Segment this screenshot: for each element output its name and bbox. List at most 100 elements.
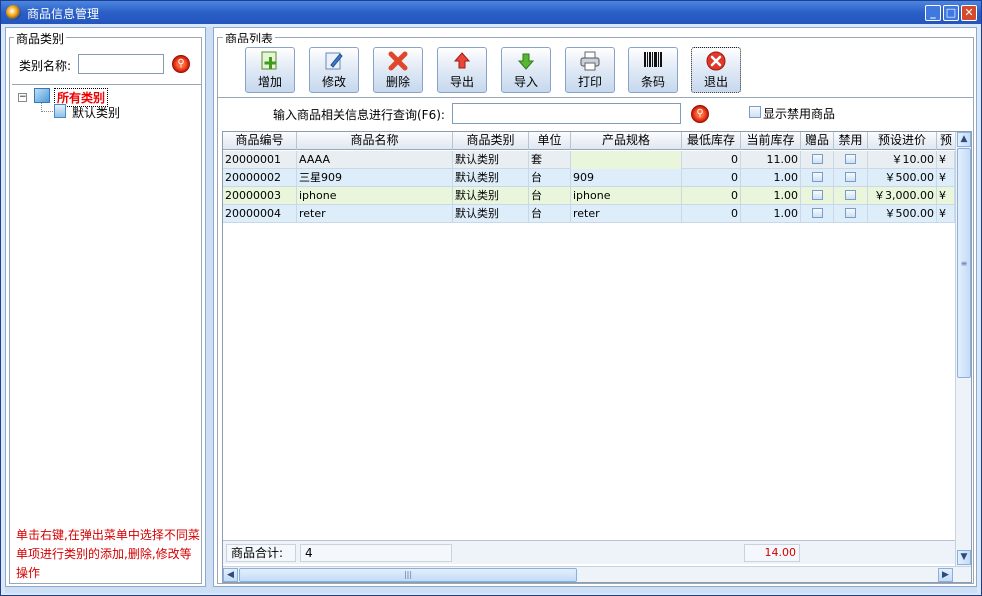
cell-min-stock[interactable]: 0 <box>682 169 741 187</box>
category-tree[interactable]: − 所有类别 默认类别 <box>12 84 202 514</box>
column-header-purchase-price[interactable]: 预设进价 <box>868 132 937 150</box>
cell-name[interactable]: 三星909 <box>297 169 453 187</box>
column-header-category[interactable]: 商品类别 <box>453 132 529 150</box>
edit-button[interactable]: 修改 <box>309 47 359 93</box>
close-button[interactable]: ✕ <box>961 5 977 21</box>
cell-disabled[interactable] <box>834 187 868 205</box>
cell-disabled[interactable] <box>834 151 868 169</box>
table-row[interactable]: 20000001 AAAA 默认类别套 0 11.00 ￥10.00 ¥ <box>223 151 955 169</box>
cell-gift[interactable] <box>801 205 834 223</box>
cell-name[interactable]: AAAA <box>297 151 453 169</box>
column-header-next[interactable]: 预 <box>937 132 955 150</box>
cell-next[interactable]: ¥ <box>937 169 955 187</box>
scroll-right-icon[interactable]: ▶ <box>938 568 953 582</box>
barcode-button[interactable]: 条码 <box>628 47 678 93</box>
column-header-disabled[interactable]: 禁用 <box>834 132 868 150</box>
disabled-checkbox[interactable] <box>845 208 856 218</box>
cell-cur-stock[interactable]: 11.00 <box>741 151 801 169</box>
category-name-input[interactable] <box>78 54 164 74</box>
cell-min-stock[interactable]: 0 <box>682 205 741 223</box>
gift-checkbox[interactable] <box>811 208 823 218</box>
column-header-gift[interactable]: 赠品 <box>801 132 834 150</box>
title-bar[interactable]: 商品信息管理 _ □ ✕ <box>1 1 981 24</box>
query-search-icon[interactable]: ⚲ <box>691 105 709 123</box>
scroll-up-icon[interactable]: ▲ <box>957 132 971 147</box>
cell-code[interactable]: 20000002 <box>223 169 297 187</box>
minimize-button[interactable]: _ <box>925 5 941 21</box>
cell-spec[interactable]: reter <box>571 205 682 223</box>
column-header-name[interactable]: 商品名称 <box>297 132 453 150</box>
exit-button[interactable]: 退出 <box>691 47 741 93</box>
delete-button[interactable]: 删除 <box>373 47 423 93</box>
disabled-checkbox[interactable] <box>845 172 856 182</box>
cell-category[interactable]: 默认类别 <box>453 151 529 169</box>
cell-name[interactable]: iphone <box>297 187 453 205</box>
cell-price[interactable]: ￥10.00 <box>868 151 937 169</box>
cell-name[interactable]: reter <box>297 205 453 223</box>
tree-node-default-category[interactable]: 默认类别 <box>72 104 120 121</box>
cell-code[interactable]: 20000004 <box>223 205 297 223</box>
cell-min-stock[interactable]: 0 <box>682 187 741 205</box>
cell-price[interactable]: ￥3,000.00 <box>868 187 937 205</box>
cell-next[interactable]: ¥ <box>937 187 955 205</box>
cell-unit[interactable]: 台 <box>529 205 571 223</box>
show-disabled-checkbox[interactable] <box>749 106 761 118</box>
cell-gift[interactable] <box>801 187 834 205</box>
disabled-checkbox[interactable] <box>845 190 856 200</box>
barcode-button-label: 条码 <box>640 75 665 89</box>
table-row[interactable]: 20000002 三星909 默认类别台 909 0 1.00 ￥500.00 ¥ <box>223 169 955 187</box>
gift-checkbox[interactable] <box>811 172 823 182</box>
cell-spec[interactable] <box>571 151 682 169</box>
add-button[interactable]: 增加 <box>245 47 295 93</box>
vertical-scroll-thumb[interactable]: ≡ <box>957 148 971 378</box>
cell-disabled[interactable] <box>834 205 868 223</box>
gift-checkbox[interactable] <box>811 190 823 200</box>
cell-category[interactable]: 默认类别 <box>453 187 529 205</box>
horizontal-scroll-thumb[interactable]: ||| <box>239 568 577 582</box>
product-grid[interactable]: 商品编号 商品名称 商品类别 单位 产品规格 最低库存 当前库存 赠品 禁用 预… <box>222 131 972 583</box>
disabled-checkbox[interactable] <box>845 154 856 164</box>
cell-price[interactable]: ￥500.00 <box>868 169 937 187</box>
tree-connector <box>41 111 55 112</box>
column-header-code[interactable]: 商品编号 <box>223 132 297 150</box>
cell-code[interactable]: 20000001 <box>223 151 297 169</box>
barcode-icon <box>644 52 662 67</box>
scroll-left-icon[interactable]: ◀ <box>223 568 238 582</box>
cell-unit[interactable]: 台 <box>529 187 571 205</box>
cell-cur-stock[interactable]: 1.00 <box>741 187 801 205</box>
cell-code[interactable]: 20000003 <box>223 187 297 205</box>
query-input[interactable] <box>452 103 681 124</box>
exit-button-label: 退出 <box>703 75 728 89</box>
cell-next[interactable]: ¥ <box>937 151 955 169</box>
column-header-spec[interactable]: 产品规格 <box>571 132 682 150</box>
cell-category[interactable]: 默认类别 <box>453 169 529 187</box>
horizontal-scrollbar[interactable]: ◀ ||| ▶ <box>223 566 971 582</box>
vertical-scrollbar[interactable]: ▲ ≡ ▼ <box>955 132 971 566</box>
tree-collapse-toggle[interactable]: − <box>18 93 27 102</box>
cell-spec[interactable]: 909 <box>571 169 682 187</box>
cell-spec[interactable]: iphone <box>571 187 682 205</box>
column-header-unit[interactable]: 单位 <box>529 132 571 150</box>
cell-category[interactable]: 默认类别 <box>453 205 529 223</box>
cell-unit[interactable]: 套 <box>529 151 571 169</box>
import-button[interactable]: 导入 <box>501 47 551 93</box>
column-header-min-stock[interactable]: 最低库存 <box>682 132 741 150</box>
gift-checkbox[interactable] <box>811 154 823 164</box>
cell-next[interactable]: ¥ <box>937 205 955 223</box>
cell-min-stock[interactable]: 0 <box>682 151 741 169</box>
cell-price[interactable]: ￥500.00 <box>868 205 937 223</box>
category-search-icon[interactable]: ⚲ <box>172 55 190 73</box>
table-row[interactable]: 20000003 iphone 默认类别台 iphone 0 1.00 ￥3,000.00 ¥ <box>223 187 955 205</box>
table-row[interactable]: 20000004 reter 默认类别台 reter 0 1.00 ￥500.00 ¥ <box>223 205 955 223</box>
maximize-button[interactable]: □ <box>943 5 959 21</box>
cell-gift[interactable] <box>801 169 834 187</box>
scroll-down-icon[interactable]: ▼ <box>957 550 971 565</box>
column-header-current-stock[interactable]: 当前库存 <box>741 132 801 150</box>
cell-unit[interactable]: 台 <box>529 169 571 187</box>
print-button[interactable]: 打印 <box>565 47 615 93</box>
export-button[interactable]: 导出 <box>437 47 487 93</box>
cell-cur-stock[interactable]: 1.00 <box>741 169 801 187</box>
cell-gift[interactable] <box>801 151 834 169</box>
cell-disabled[interactable] <box>834 169 868 187</box>
cell-cur-stock[interactable]: 1.00 <box>741 205 801 223</box>
